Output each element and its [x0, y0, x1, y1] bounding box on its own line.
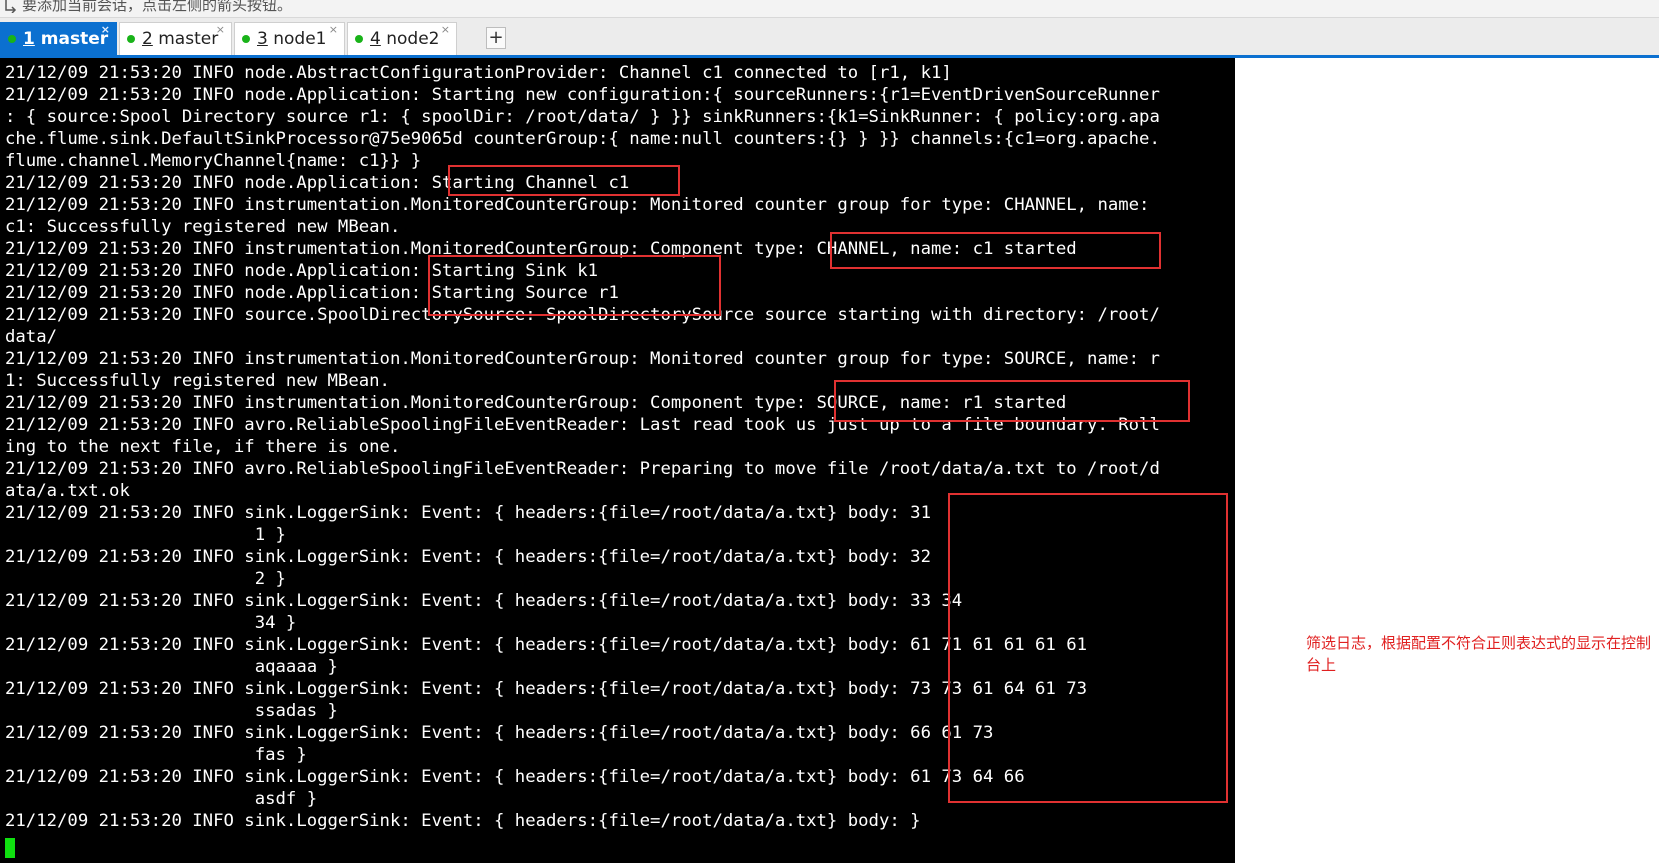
tab-label: 4 node2 — [370, 29, 440, 49]
tab-1-master[interactable]: 1 master × — [0, 22, 117, 55]
session-status-dot — [8, 35, 16, 43]
tab-2-master[interactable]: 2 master × — [119, 22, 232, 55]
terminal-line: 21/12/09 21:53:20 INFO node.Application:… — [5, 85, 1160, 105]
terminal-line: 21/12/09 21:53:20 INFO sink.LoggerSink: … — [5, 547, 931, 567]
terminal-line: 21/12/09 21:53:20 INFO sink.LoggerSink: … — [5, 635, 1088, 655]
hint-text: 要添加当前会话，点击左侧的箭头按钮。 — [22, 0, 293, 14]
terminal-line: 1 } — [5, 525, 286, 545]
terminal-line: asdf } — [5, 789, 318, 809]
highlight-event-bodies — [948, 493, 1228, 803]
terminal-line: 1: Successfully registered new MBean. — [5, 371, 390, 391]
terminal-line: c1: Successfully registered new MBean. — [5, 217, 401, 237]
terminal-line: 21/12/09 21:53:20 INFO sink.LoggerSink: … — [5, 503, 931, 523]
session-status-dot — [355, 35, 363, 43]
add-tab-button[interactable]: + — [486, 27, 506, 49]
app-window: 要添加当前会话，点击左侧的箭头按钮。 1 master × 2 master ×… — [0, 0, 1659, 863]
terminal-line: : { source:Spool Directory source r1: { … — [5, 107, 1160, 127]
terminal-line: 21/12/09 21:53:20 INFO sink.LoggerSink: … — [5, 767, 1025, 787]
terminal-line: data/ — [5, 327, 58, 347]
close-icon[interactable]: × — [216, 24, 225, 36]
terminal-line: 21/12/09 21:53:20 INFO instrumentation.M… — [5, 349, 1160, 369]
terminal-line: 21/12/09 21:53:20 INFO sink.LoggerSink: … — [5, 811, 921, 831]
terminal-line: 2 } — [5, 569, 286, 589]
terminal-line: ssadas } — [5, 701, 338, 721]
annotation-note: 筛选日志，根据配置不符合正则表达式的显示在控制台上 — [1306, 634, 1652, 674]
terminal-line: 21/12/09 21:53:20 INFO sink.LoggerSink: … — [5, 679, 1088, 699]
terminal-line: 21/12/09 21:53:20 INFO sink.LoggerSink: … — [5, 591, 963, 611]
session-hint-bar: 要添加当前会话，点击左侧的箭头按钮。 — [0, 0, 1659, 18]
session-status-dot — [242, 35, 250, 43]
tab-label: 1 master — [23, 29, 109, 49]
close-icon[interactable]: × — [329, 24, 338, 36]
terminal-line: 21/12/09 21:53:20 INFO node.AbstractConf… — [5, 63, 952, 83]
terminal-line: aqaaaa } — [5, 657, 338, 677]
terminal-line: che.flume.sink.DefaultSinkProcessor@75e9… — [5, 129, 1160, 149]
terminal-line: flume.channel.MemoryChannel{name: c1}} } — [5, 151, 422, 171]
close-icon[interactable]: × — [441, 24, 450, 36]
terminal-cursor — [5, 838, 15, 858]
session-status-dot — [127, 35, 135, 43]
terminal-line: ing to the next file, if there is one. — [5, 437, 401, 457]
highlight-source-started — [834, 380, 1190, 422]
highlight-starting-channel — [448, 165, 680, 196]
tab-3-node1[interactable]: 3 node1 × — [234, 22, 345, 55]
terminal-line: 21/12/09 21:53:20 INFO instrumentation.M… — [5, 195, 1150, 215]
terminal-line: 21/12/09 21:53:20 INFO sink.LoggerSink: … — [5, 723, 994, 743]
highlight-starting-sink-source — [428, 255, 721, 316]
terminal-line: ata/a.txt.ok — [5, 481, 130, 501]
terminal-line: 34 } — [5, 613, 297, 633]
tab-label: 3 node1 — [257, 29, 327, 49]
session-tab-bar: 1 master × 2 master × 3 node1 × 4 node2 … — [0, 18, 1659, 55]
close-icon[interactable]: × — [101, 24, 110, 36]
highlight-channel-started — [830, 232, 1161, 269]
arrow-icon[interactable] — [4, 0, 18, 13]
tab-4-node2[interactable]: 4 node2 × — [347, 22, 457, 55]
tab-label: 2 master — [142, 29, 219, 49]
terminal-line: 21/12/09 21:53:20 INFO avro.ReliableSpoo… — [5, 459, 1160, 479]
terminal-line: fas } — [5, 745, 307, 765]
